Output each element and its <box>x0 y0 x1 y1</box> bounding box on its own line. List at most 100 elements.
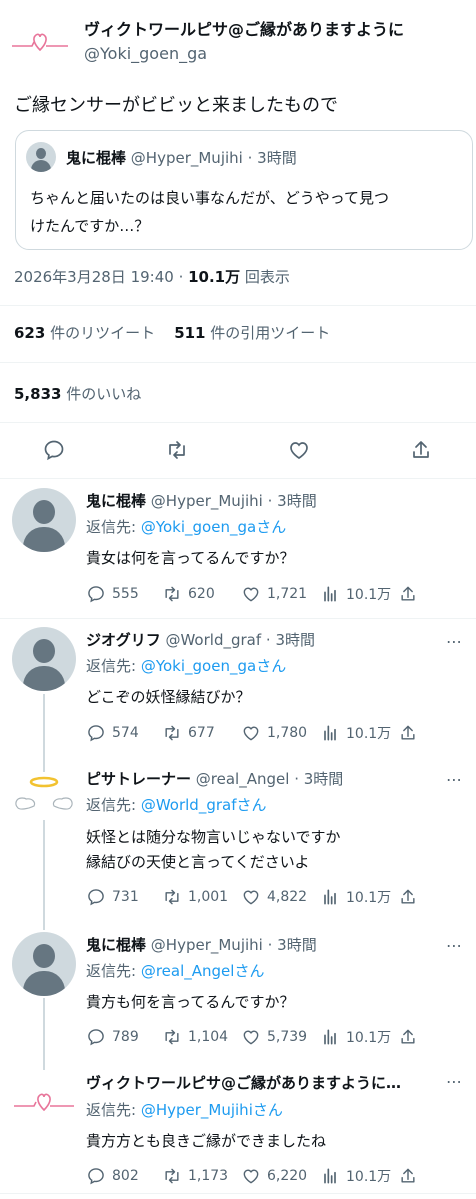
reply-author-name[interactable]: ジオグリフ <box>86 631 161 649</box>
retweet-metric[interactable]: 1,173 <box>162 1166 228 1186</box>
reply-time: · 3時間 <box>267 492 317 510</box>
reply-metric[interactable]: 731 <box>86 887 139 907</box>
reply-to-link[interactable]: @Yoki_goen_ga <box>141 657 256 675</box>
like-metric[interactable]: 4,822 <box>241 887 307 907</box>
reply-author-handle[interactable]: @World_graf <box>165 631 261 649</box>
views-count: 10.1万 <box>346 1169 392 1185</box>
retweet-count: 1,173 <box>188 1168 229 1184</box>
more-options-icon[interactable]: ⋯ <box>446 936 462 955</box>
reply-icon <box>88 586 104 603</box>
reply-to-link[interactable]: @World_graf <box>141 796 237 814</box>
reply-to-line: 返信先: @Yoki_goen_gaさん <box>86 655 286 676</box>
engagement-counts: 623 件のリツイート 511 件の引用ツイート <box>14 322 330 343</box>
like-count: 5,739 <box>267 1029 308 1045</box>
reply-count: 555 <box>112 586 139 602</box>
more-options-icon[interactable]: ⋯ <box>446 632 462 651</box>
likes-stat[interactable]: 5,833 件のいいね <box>14 383 141 404</box>
retweet-metric[interactable]: 1,001 <box>162 887 228 907</box>
retweet-count: 1,001 <box>188 889 229 905</box>
views-metric[interactable]: 10.1万 <box>320 1027 391 1047</box>
retweet-metric[interactable]: 620 <box>162 584 215 604</box>
reply-to-link[interactable]: @Yoki_goen_ga <box>141 518 256 536</box>
share-icon[interactable] <box>398 1027 418 1047</box>
like-metric[interactable]: 6,220 <box>241 1166 307 1186</box>
retweets-stat[interactable]: 623 件のリツイート <box>14 324 155 342</box>
share-icon[interactable] <box>398 584 418 604</box>
views-metric[interactable]: 10.1万 <box>320 1166 391 1186</box>
heart-line-avatar-icon[interactable] <box>10 20 70 60</box>
reply-icon <box>88 1168 104 1185</box>
reply-to-prefix: 返信先: <box>86 518 141 536</box>
reply-author-name[interactable]: 鬼に棍棒 <box>86 492 146 510</box>
reply-icon <box>88 1029 104 1046</box>
share-icon[interactable] <box>398 887 418 907</box>
more-options-icon[interactable]: ⋯ <box>446 770 462 789</box>
author-name[interactable]: ヴィクトワールピサ@ご縁がありますように <box>84 16 404 40</box>
views-icon <box>324 586 336 602</box>
divider <box>0 478 476 479</box>
views-metric[interactable]: 10.1万 <box>320 584 391 604</box>
reply-metric[interactable]: 574 <box>86 723 139 743</box>
likes-count: 5,833 <box>14 385 62 403</box>
views-metric[interactable]: 10.1万 <box>320 723 391 743</box>
share-icon[interactable] <box>398 1166 418 1186</box>
reply-author-name[interactable]: ヴィクトワールピサ@ご縁がありますように… <box>86 1074 401 1092</box>
quote-text-line2: けたんですか…？ <box>30 217 150 235</box>
like-icon <box>243 1030 259 1045</box>
views-icon <box>324 1029 336 1045</box>
tweet-text: ご縁センサーがビビッと来ましたもので <box>14 95 338 116</box>
reply-author-handle[interactable]: @real_Angel <box>196 770 290 788</box>
quote-author-handle: @Hyper_Mujihi <box>130 149 243 167</box>
reply-to-suffix: さん <box>256 518 287 536</box>
reply-author-name[interactable]: ピサトレーナー <box>86 770 191 788</box>
like-count: 4,822 <box>267 889 308 905</box>
quote-avatar[interactable] <box>26 142 56 172</box>
retweet-count: 620 <box>188 586 215 602</box>
views-icon <box>324 1168 336 1184</box>
retweet-icon <box>165 1168 179 1184</box>
like-icon <box>243 890 259 905</box>
reply-metric[interactable]: 555 <box>86 584 139 604</box>
reply-count: 802 <box>112 1168 139 1184</box>
views-count: 10.1万 <box>346 726 392 742</box>
reply-avatar[interactable] <box>12 627 76 691</box>
quote-time: · 3時間 <box>247 149 297 167</box>
reply-metric[interactable]: 802 <box>86 1166 139 1186</box>
like-heart-icon[interactable] <box>287 438 311 462</box>
reply-count: 574 <box>112 725 139 741</box>
views-count: 10.1万 <box>188 268 241 286</box>
heart-line-avatar-icon[interactable] <box>12 1080 76 1120</box>
reply-metric[interactable]: 789 <box>86 1027 139 1047</box>
views-count: 10.1万 <box>346 890 392 906</box>
quotes-stat[interactable]: 511 件の引用ツイート <box>174 324 330 342</box>
divider <box>0 422 476 423</box>
reply-to-prefix: 返信先: <box>86 796 141 814</box>
quotes-count: 511 <box>174 324 206 342</box>
share-icon[interactable] <box>398 723 418 743</box>
reply-to-link[interactable]: @real_Angel <box>141 962 235 980</box>
like-metric[interactable]: 1,721 <box>241 584 307 604</box>
like-metric[interactable]: 1,780 <box>241 723 307 743</box>
retweet-metric[interactable]: 1,104 <box>162 1027 228 1047</box>
tweet-timestamp[interactable]: 2026年3月28日 19:40 · <box>14 268 188 286</box>
reply-author-handle[interactable]: @Hyper_Mujihi <box>151 492 263 510</box>
views-metric[interactable]: 10.1万 <box>320 887 391 907</box>
quoted-tweet-card[interactable]: 鬼に棍棒 @Hyper_Mujihi · 3時間 ちゃんと届いたのは良い事なんだ… <box>15 130 473 250</box>
reply-icon[interactable] <box>42 438 66 462</box>
reply-count: 789 <box>112 1029 139 1045</box>
reply-time: · 3時間 <box>265 631 316 649</box>
share-icon[interactable] <box>409 438 433 462</box>
more-options-icon[interactable]: ⋯ <box>446 1072 462 1091</box>
reply-text: 貴方方とも良きご縁ができましたね <box>86 1132 327 1150</box>
angel-halo-wings-avatar-icon[interactable] <box>12 772 76 820</box>
reply-author-name[interactable]: 鬼に棍棒 <box>86 936 146 954</box>
author-handle[interactable]: @Yoki_goen_ga <box>84 44 207 63</box>
retweet-icon[interactable] <box>165 438 189 462</box>
reply-to-suffix: さん <box>234 962 265 980</box>
reply-avatar[interactable] <box>12 488 76 552</box>
like-metric[interactable]: 5,739 <box>241 1027 307 1047</box>
reply-to-link[interactable]: @Hyper_Mujihi <box>141 1101 253 1119</box>
reply-avatar[interactable] <box>12 932 76 996</box>
reply-author-handle[interactable]: @Hyper_Mujihi <box>151 936 263 954</box>
retweet-metric[interactable]: 677 <box>162 723 215 743</box>
